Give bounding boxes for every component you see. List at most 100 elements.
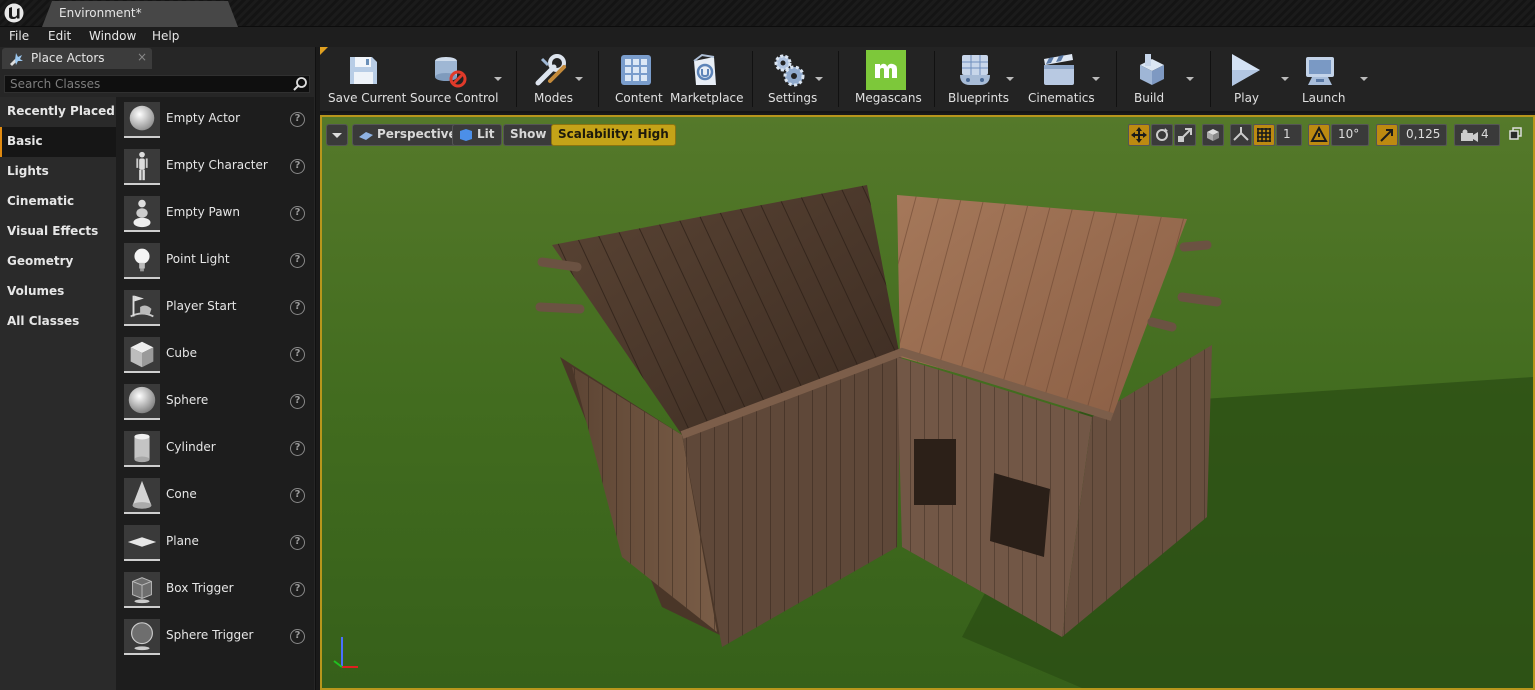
help-icon[interactable]: ? [290,488,305,503]
actor-item-sphere-trigger[interactable]: Sphere Trigger ? [116,616,314,663]
actor-item-plane[interactable]: Plane ? [116,522,314,569]
modes-button[interactable]: Modes [528,47,588,109]
coordinate-system-button[interactable] [1202,124,1224,146]
source-control-dropdown-arrow[interactable] [494,77,502,81]
save-current-button[interactable]: Save Current [324,47,406,109]
actor-label: Cone [166,487,197,501]
build-dropdown-arrow[interactable] [1186,77,1194,81]
actor-item-empty-actor[interactable]: Empty Actor ? [116,99,314,146]
launch-dropdown-arrow[interactable] [1360,77,1368,81]
translate-mode-button[interactable] [1128,124,1150,146]
maximize-viewport-button[interactable] [1509,127,1523,141]
marketplace-icon [693,53,716,85]
blueprints-button[interactable]: Blueprints [944,47,1016,109]
help-icon[interactable]: ? [290,112,305,127]
help-icon[interactable]: ? [290,582,305,597]
settings-dropdown-arrow[interactable] [815,77,823,81]
search-input[interactable] [7,76,285,92]
source-control-icon [435,57,467,88]
category-cinematic[interactable]: Cinematic [0,187,116,217]
rotate-mode-button[interactable] [1151,124,1173,146]
help-icon[interactable]: ? [290,347,305,362]
place-actors-tab[interactable]: Place Actors × [2,48,152,69]
cinematics-button[interactable]: Cinematics [1026,47,1106,109]
help-icon[interactable]: ? [290,441,305,456]
lit-button[interactable]: Lit [452,124,502,146]
document-tab[interactable]: Environment* [42,1,238,27]
megascans-button[interactable]: Megascans [850,47,922,109]
scale-snap-value-label: 0,125 [1406,127,1441,141]
category-visual-effects[interactable]: Visual Effects [0,217,116,247]
content-button[interactable]: Content [610,47,663,109]
player-start-icon [124,290,160,326]
close-icon[interactable]: × [137,50,147,64]
category-volumes[interactable]: Volumes [0,277,116,307]
toolbar-separator [934,51,935,107]
grid-snap-toggle[interactable] [1253,124,1275,146]
actor-item-empty-character[interactable]: Empty Character ? [116,146,314,193]
viewport-options-button[interactable] [326,124,348,146]
actor-item-point-light[interactable]: Point Light ? [116,240,314,287]
help-icon[interactable]: ? [290,206,305,221]
scalability-button[interactable]: Scalability: High [551,124,676,146]
help-icon[interactable]: ? [290,300,305,315]
search-icon[interactable] [292,76,308,92]
megascans-label: Megascans [855,91,922,105]
box-trigger-icon [124,572,160,608]
actor-item-cone[interactable]: Cone ? [116,475,314,522]
help-icon[interactable]: ? [290,253,305,268]
level-viewport[interactable]: Perspective Lit Show Scalability: High 1… [320,115,1535,690]
cylinder-icon [124,431,160,467]
category-lights[interactable]: Lights [0,157,116,187]
actor-item-player-start[interactable]: Player Start ? [116,287,314,334]
cinematics-dropdown-arrow[interactable] [1092,77,1100,81]
show-button[interactable]: Show [503,124,554,146]
grid-snap-value[interactable]: 1 [1276,124,1302,146]
surface-snapping-button[interactable] [1230,124,1252,146]
help-icon[interactable]: ? [290,394,305,409]
play-button[interactable]: Play [1220,47,1292,109]
play-dropdown-arrow[interactable] [1281,77,1289,81]
camera-speed-button[interactable]: 4 [1454,124,1500,146]
actor-item-empty-pawn[interactable]: Empty Pawn ? [116,193,314,240]
rotation-snap-toggle[interactable] [1308,124,1330,146]
menu-help[interactable]: Help [152,29,179,43]
source-control-button[interactable]: Source Control [406,47,506,109]
viewport-scene[interactable] [322,117,1533,688]
menu-window[interactable]: Window [89,29,136,43]
toolbar-separator [1210,51,1211,107]
blueprints-dropdown-arrow[interactable] [1006,77,1014,81]
help-icon[interactable]: ? [290,159,305,174]
launch-button[interactable]: Launch [1296,47,1372,109]
actor-item-cylinder[interactable]: Cylinder ? [116,428,314,475]
actor-label: Box Trigger [166,581,234,595]
perspective-button[interactable]: Perspective [352,124,464,146]
build-label: Build [1134,91,1165,105]
help-icon[interactable]: ? [290,535,305,550]
modes-label: Modes [534,91,573,105]
actor-label: Point Light [166,252,230,266]
category-basic[interactable]: Basic [0,127,116,157]
category-recently-placed[interactable]: Recently Placed [0,97,116,127]
build-button[interactable]: Build [1126,47,1198,109]
actor-item-box-trigger[interactable]: Box Trigger ? [116,569,314,616]
scale-mode-button[interactable] [1174,124,1196,146]
menu-edit[interactable]: Edit [48,29,71,43]
rotation-snap-value[interactable]: 10° [1331,124,1369,146]
search-box [4,75,310,93]
actor-item-sphere[interactable]: Sphere ? [116,381,314,428]
actor-item-cube[interactable]: Cube ? [116,334,314,381]
marketplace-button[interactable]: Marketplace [668,47,744,109]
unreal-logo-icon[interactable] [4,3,24,23]
modes-dropdown-arrow[interactable] [575,77,583,81]
settings-button[interactable]: Settings [764,47,826,109]
menu-file[interactable]: File [9,29,29,43]
category-list: Recently Placed Basic Lights Cinematic V… [0,97,116,690]
place-actors-icon [10,53,23,66]
category-geometry[interactable]: Geometry [0,247,116,277]
scale-snap-toggle[interactable] [1376,124,1398,146]
category-all-classes[interactable]: All Classes [0,307,116,337]
help-icon[interactable]: ? [290,629,305,644]
maximize-icon [1509,127,1522,140]
scale-snap-value[interactable]: 0,125 [1399,124,1447,146]
